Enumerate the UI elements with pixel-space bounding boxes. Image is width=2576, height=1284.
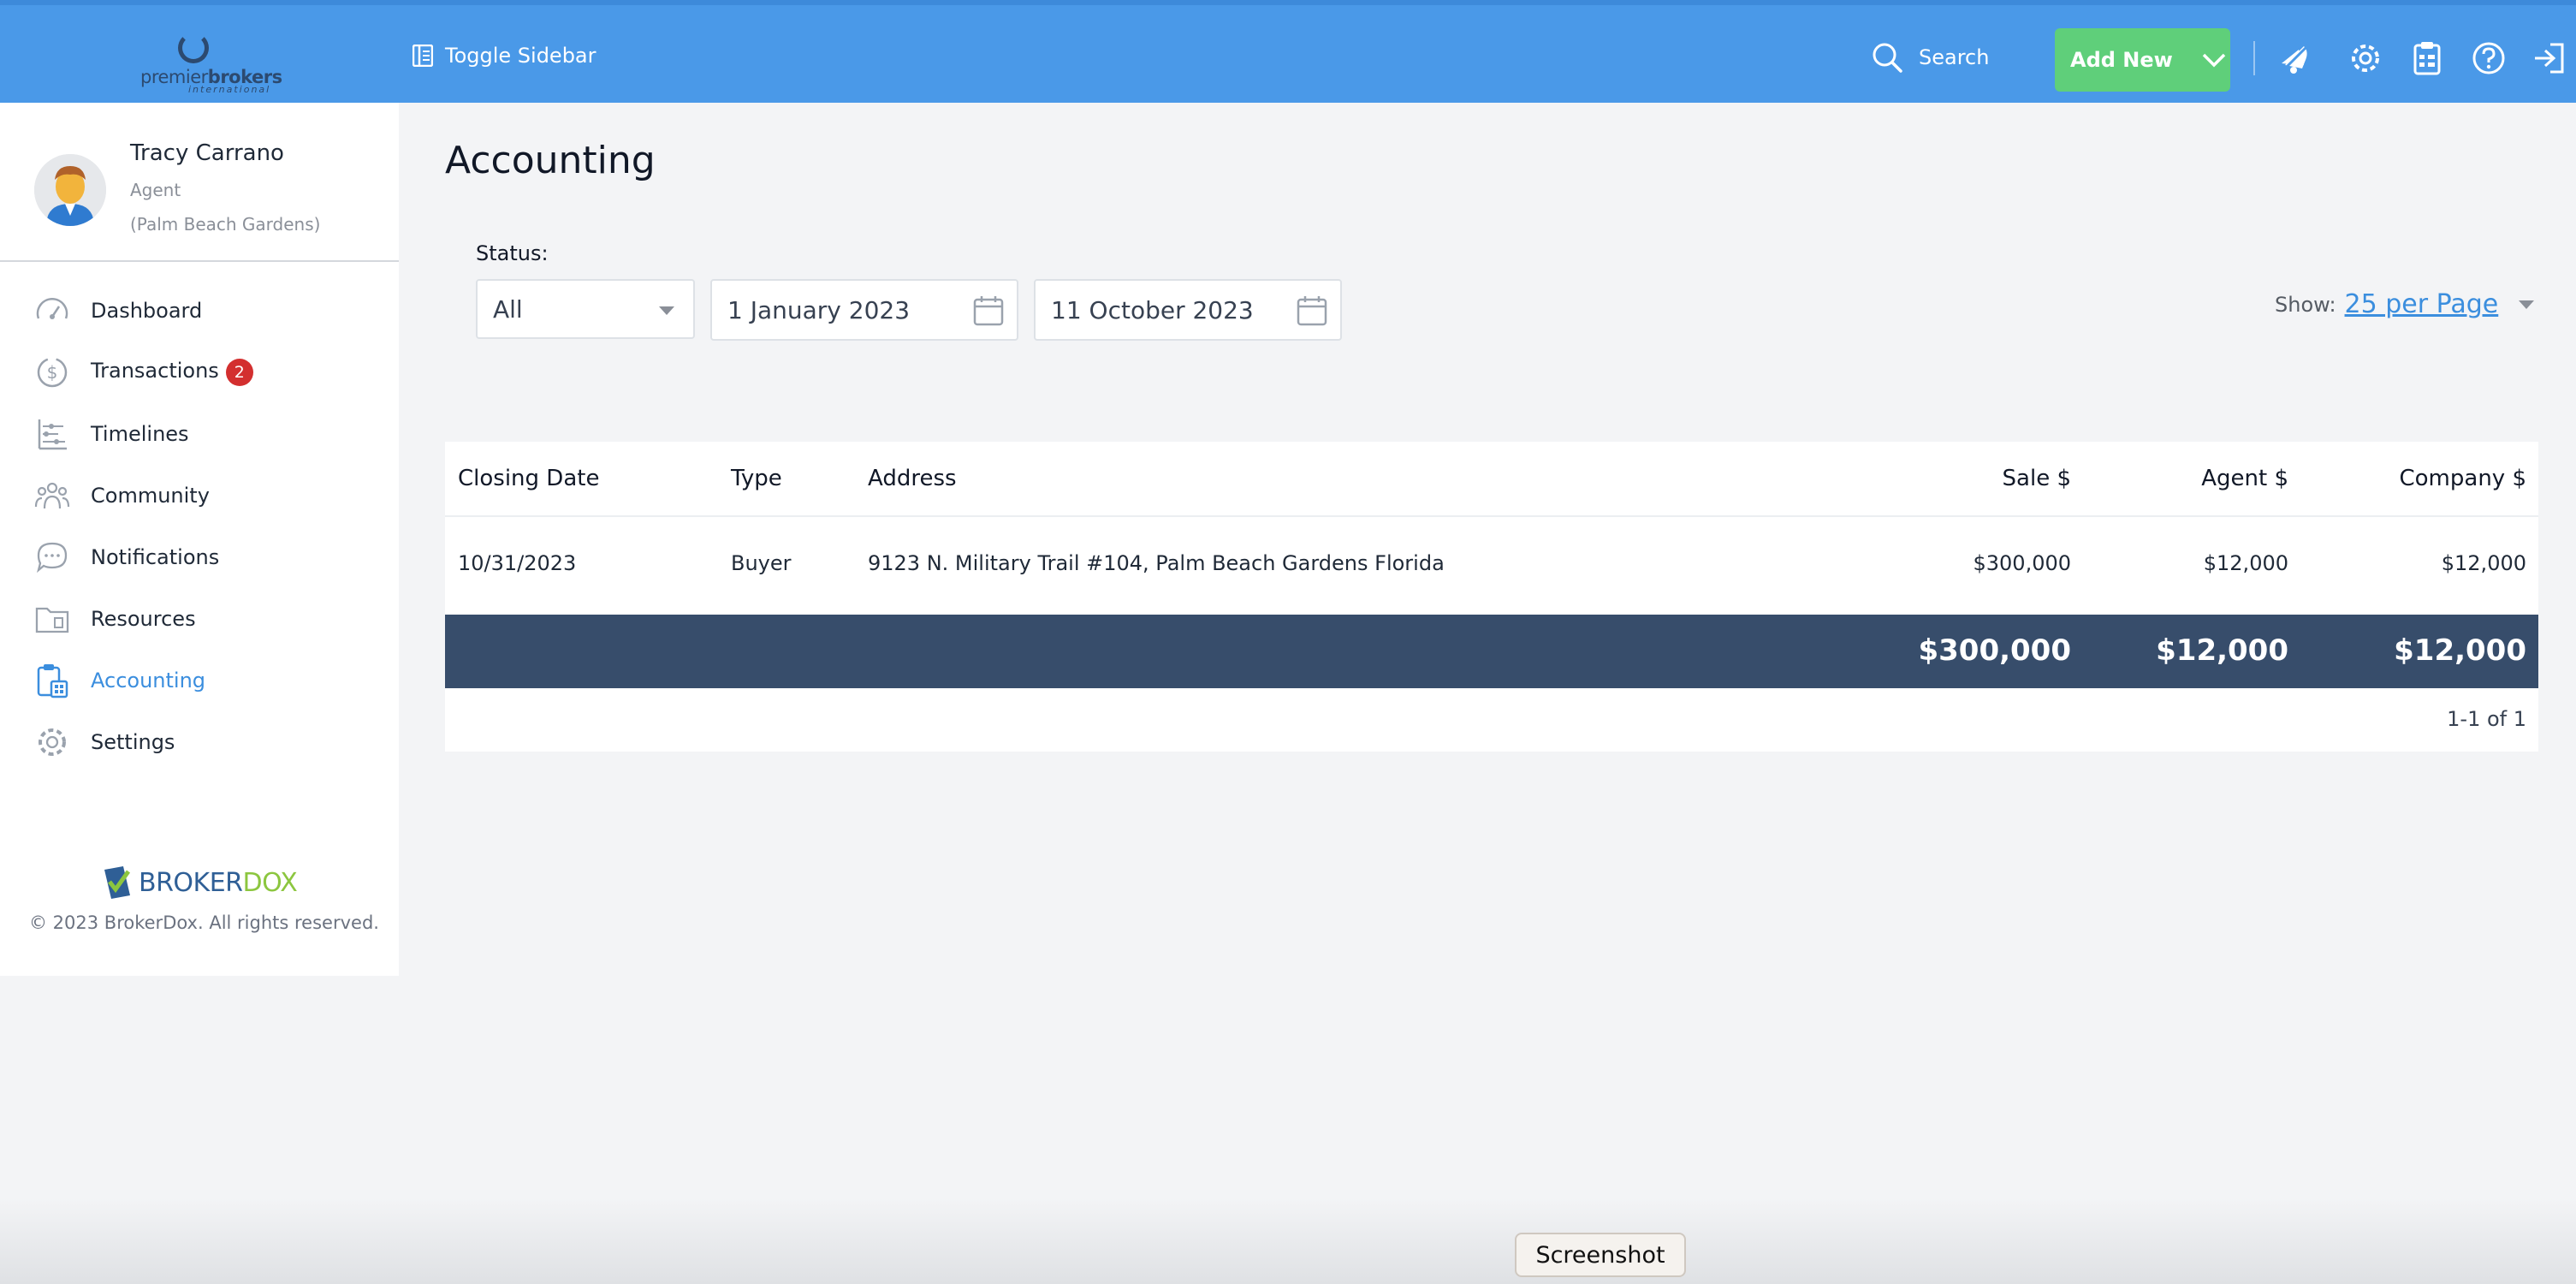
brokerdox-text-part1: BROKER xyxy=(139,867,243,898)
sidebar-item-community[interactable]: Community xyxy=(34,474,377,517)
user-location: (Palm Beach Gardens) xyxy=(130,214,321,235)
sidebar-item-timelines[interactable]: Timelines xyxy=(34,413,377,455)
column-header-closing-date[interactable]: Closing Date xyxy=(458,466,599,491)
timeline-icon xyxy=(38,419,67,450)
page-size-select[interactable]: 25 per Page xyxy=(2345,289,2499,319)
screenshot-tooltip: Screenshot xyxy=(1515,1233,1686,1277)
cell-address[interactable]: 9123 N. Military Trail #104, Palm Beach … xyxy=(868,551,1445,575)
date-to-input[interactable]: 11 October 2023 xyxy=(1034,279,1342,341)
dollar-circle-icon: $ xyxy=(37,357,68,388)
column-header-agent[interactable]: Agent $ xyxy=(2037,466,2288,491)
sidebar-item-label: Timelines xyxy=(91,422,189,446)
sidebar-item-notifications[interactable]: Notifications xyxy=(34,536,377,579)
caret-down-icon xyxy=(659,306,674,315)
date-from-value: 1 January 2023 xyxy=(727,295,911,324)
total-sale: $300,000 xyxy=(1918,633,2071,668)
caret-down-icon[interactable] xyxy=(2519,300,2535,309)
logo-ring-icon xyxy=(178,33,209,63)
people-icon xyxy=(34,482,70,509)
sidebar-item-label: Transactions xyxy=(91,359,219,383)
cell-closing-date: 10/31/2023 xyxy=(458,551,577,575)
user-name: Tracy Carrano xyxy=(130,140,284,166)
toggle-sidebar-button[interactable]: Toggle Sidebar xyxy=(413,44,597,68)
search-button[interactable]: Search xyxy=(1871,41,1989,74)
status-filter-label: Status: xyxy=(476,241,549,265)
toggle-sidebar-label: Toggle Sidebar xyxy=(445,44,597,68)
sidebar-item-label: Dashboard xyxy=(91,299,203,323)
sidebar-item-label: Notifications xyxy=(91,545,220,569)
logout-icon[interactable] xyxy=(2530,39,2567,77)
sidebar: Tracy Carrano Agent (Palm Beach Gardens)… xyxy=(0,103,399,976)
user-role: Agent xyxy=(130,180,181,200)
date-from-input[interactable]: 1 January 2023 xyxy=(710,279,1018,341)
premier-brokers-logo[interactable]: premierbrokers international xyxy=(137,31,282,95)
cell-agent: $12,000 xyxy=(2203,551,2288,575)
pagination-info: 1-1 of 1 xyxy=(2447,707,2526,731)
sidebar-item-dashboard[interactable]: Dashboard xyxy=(34,289,377,332)
sidebar-item-settings[interactable]: Settings xyxy=(34,721,377,764)
total-company: $12,000 xyxy=(2394,633,2526,668)
date-to-value: 11 October 2023 xyxy=(1051,295,1254,324)
status-select[interactable]: All xyxy=(476,279,695,339)
sidebar-item-transactions[interactable]: $ Transactions 2 xyxy=(34,351,377,394)
calendar-icon[interactable] xyxy=(1296,294,1328,327)
column-header-sale[interactable]: Sale $ xyxy=(1814,466,2071,491)
top-navbar: premierbrokers international Toggle Side… xyxy=(0,0,2576,103)
avatar[interactable] xyxy=(34,154,106,226)
sidebar-item-label: Accounting xyxy=(91,669,206,693)
add-new-button[interactable]: Add New xyxy=(2055,28,2230,92)
avatar-person-icon xyxy=(34,154,106,226)
chevron-down-icon xyxy=(2202,53,2226,68)
show-label: Show: xyxy=(2275,292,2336,317)
user-profile: Tracy Carrano Agent (Palm Beach Gardens) xyxy=(0,103,399,262)
help-icon[interactable] xyxy=(2470,39,2508,77)
divider xyxy=(2253,41,2255,75)
cell-type: Buyer xyxy=(731,551,792,575)
copyright-text: © 2023 BrokerDox. All rights reserved. xyxy=(29,912,379,933)
bottom-shade xyxy=(0,1198,2576,1284)
total-agent: $12,000 xyxy=(2156,633,2288,668)
accounting-table: Closing Date Type Address Sale $ Agent $… xyxy=(445,442,2538,752)
bell-slash-icon[interactable] xyxy=(2276,39,2314,77)
column-header-address[interactable]: Address xyxy=(868,466,957,491)
add-new-label: Add New xyxy=(2070,48,2173,72)
sidebar-item-accounting[interactable]: Accounting xyxy=(34,659,377,702)
cell-company: $12,000 xyxy=(2441,551,2526,575)
brokerdox-logo[interactable]: BROKERDOX xyxy=(101,865,298,901)
search-icon xyxy=(1873,43,1902,73)
sidebar-toggle-icon xyxy=(413,45,433,67)
clipboard-icon[interactable] xyxy=(2408,39,2446,77)
sidebar-item-resources[interactable]: Resources xyxy=(34,597,377,640)
logo-subtext: international xyxy=(188,84,271,95)
header-divider xyxy=(445,515,2538,517)
gear-icon xyxy=(39,728,66,756)
column-header-type[interactable]: Type xyxy=(731,466,782,491)
cell-sale: $300,000 xyxy=(1973,551,2071,575)
gear-icon[interactable] xyxy=(2347,39,2384,77)
sidebar-item-label: Community xyxy=(91,484,210,508)
brokerdox-text-part2: DOX xyxy=(242,867,298,898)
brokerdox-check-icon xyxy=(104,866,131,899)
page-size-control: Show: 25 per Page xyxy=(2275,289,2535,319)
svg-text:$: $ xyxy=(47,362,58,383)
folder-icon xyxy=(35,607,69,633)
calendar-icon[interactable] xyxy=(972,294,1005,327)
notification-badge: 2 xyxy=(225,359,253,386)
sidebar-item-label: Resources xyxy=(91,607,196,631)
status-select-value: All xyxy=(493,294,523,324)
calculator-icon xyxy=(37,664,68,698)
totals-row: $300,000 $12,000 $12,000 xyxy=(445,615,2538,688)
search-label: Search xyxy=(1919,45,1990,69)
column-header-company[interactable]: Company $ xyxy=(2268,466,2527,491)
gauge-icon xyxy=(36,298,68,319)
page-title: Accounting xyxy=(445,139,656,182)
chat-bubble-icon xyxy=(37,542,68,574)
sidebar-item-label: Settings xyxy=(91,730,175,754)
